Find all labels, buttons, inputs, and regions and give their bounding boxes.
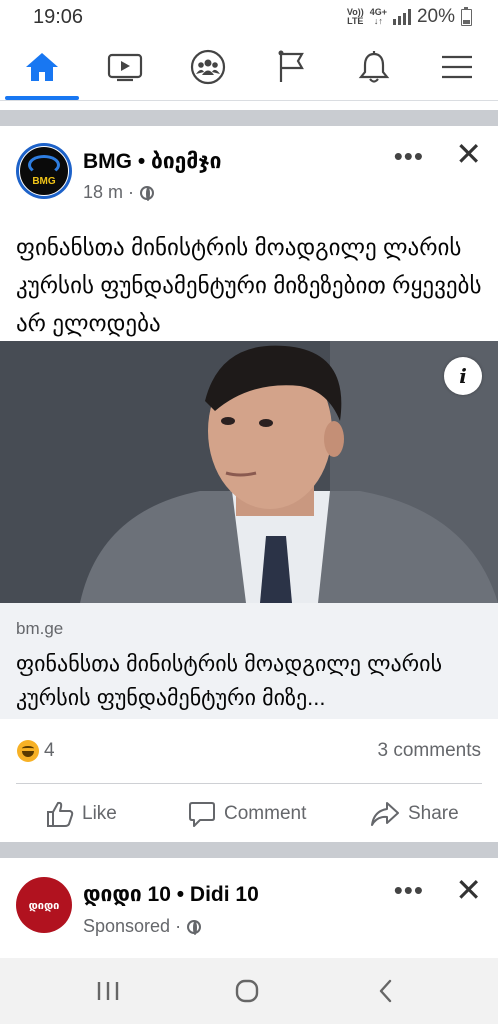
more-options-icon-2[interactable]: ••• (394, 877, 424, 903)
logo-text: BMG (32, 176, 56, 187)
info-icon[interactable]: i (444, 357, 482, 395)
back-button[interactable] (346, 958, 426, 1024)
tab-home[interactable] (0, 34, 83, 100)
bell-icon (358, 51, 389, 83)
recents-icon (97, 982, 119, 1000)
tab-groups[interactable] (166, 34, 249, 100)
system-nav-bar (0, 958, 498, 1024)
comments-count[interactable]: 3 comments (378, 740, 481, 762)
post-time[interactable]: 18 m · (83, 182, 134, 203)
reaction-count[interactable]: 4 (44, 740, 55, 762)
battery-percent: 20% (416, 6, 455, 27)
recents-button[interactable] (68, 958, 148, 1024)
man-in-suit-photo (0, 341, 498, 603)
back-chevron-icon (379, 979, 392, 1003)
flag-icon (278, 50, 304, 82)
close-icon-2[interactable]: ✕ (455, 874, 482, 906)
comment-label: Comment (224, 803, 307, 824)
like-icon (47, 801, 74, 827)
reactions-bar: 4 3 comments (0, 730, 498, 774)
haha-reaction-icon[interactable] (17, 740, 39, 762)
share-button[interactable]: Share (370, 790, 459, 838)
tab-notifications[interactable] (332, 34, 415, 100)
link-preview[interactable]: bm.ge ფინანსთა მინისტრის მოადგილე ლარის … (0, 603, 498, 719)
volte-indicator: Vo)) LTE (347, 8, 364, 26)
post-meta: 18 m · (83, 182, 155, 203)
page-avatar-2[interactable]: დიდი (16, 877, 72, 933)
groups-icon (190, 49, 225, 85)
system-home-button[interactable] (207, 958, 287, 1024)
nav-divider (0, 100, 498, 101)
status-indicators: Vo)) LTE 4G+ ↓↑ 20% (347, 6, 472, 28)
post-image[interactable]: i (0, 341, 498, 603)
post-actions: Like Comment Share (0, 790, 498, 838)
globe-icon-2 (187, 919, 202, 935)
lte-label: LTE (347, 16, 364, 26)
logo-swirl-icon (28, 155, 60, 175)
post-header: BMG BMG • ბიემჯი 18 m · ••• ✕ (0, 126, 498, 216)
top-nav (0, 34, 498, 100)
share-label: Share (408, 803, 459, 824)
like-label: Like (82, 803, 117, 824)
globe-icon (140, 185, 155, 201)
status-bar: 19:06 Vo)) LTE 4G+ ↓↑ 20% (0, 0, 498, 34)
data-arrows-icon: ↓↑ (373, 16, 383, 26)
link-domain: bm.ge (16, 619, 64, 638)
more-options-icon[interactable]: ••• (394, 143, 424, 169)
link-title: ფინანსთა მინისტრის მოადგილე ლარის კურსის… (16, 651, 443, 710)
signal-icon (392, 9, 411, 25)
page-logo: BMG (19, 146, 69, 196)
video-icon (107, 53, 142, 82)
tab-menu[interactable] (415, 34, 498, 100)
comment-button[interactable]: Comment (188, 790, 306, 838)
page-name-2[interactable]: დიდი 10 • Didi 10 (83, 882, 259, 907)
feed-separator (0, 110, 498, 126)
hamburger-icon (441, 55, 472, 79)
feed-separator-2 (0, 842, 498, 858)
home-icon (25, 53, 58, 81)
post-text: ფინანსთა მინისტრის მოადგილე ლარის კურსის… (16, 234, 482, 336)
sponsored-post: დიდი დიდი 10 • Didi 10 Sponsored · ••• ✕ (0, 858, 498, 958)
battery-icon (461, 6, 472, 26)
page-name[interactable]: BMG • ბიემჯი (83, 149, 221, 174)
post-meta-2: Sponsored · (83, 916, 202, 937)
sponsored-label[interactable]: Sponsored · (83, 916, 181, 937)
status-time: 19:06 (33, 6, 84, 28)
circle-home-icon (235, 979, 259, 1003)
tab-pages[interactable] (249, 34, 332, 100)
page-avatar[interactable]: BMG (16, 143, 72, 199)
like-button[interactable]: Like (46, 790, 117, 838)
share-icon (371, 802, 399, 826)
tab-watch[interactable] (83, 34, 166, 100)
comment-icon (189, 802, 215, 827)
close-icon[interactable]: ✕ (455, 138, 482, 170)
actions-divider (16, 783, 482, 784)
network-indicator: 4G+ ↓↑ (370, 8, 387, 26)
